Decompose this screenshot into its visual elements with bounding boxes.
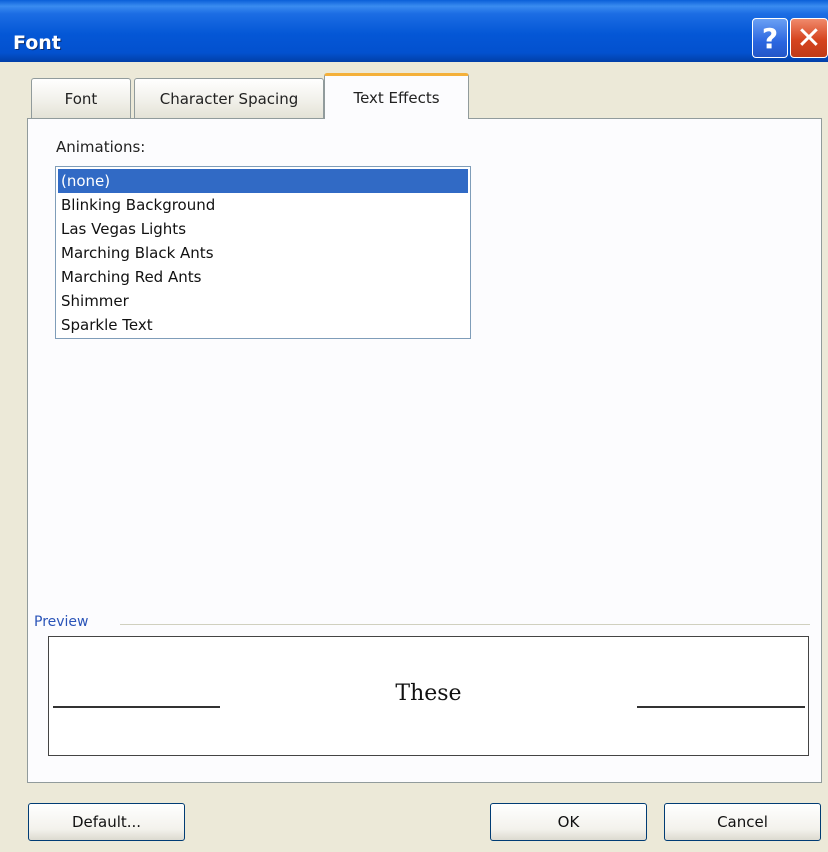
font-dialog: Font ? ✕ Font Character Spacing Text Eff…	[0, 0, 828, 852]
list-item[interactable]: Marching Red Ants	[58, 265, 468, 289]
help-icon[interactable]: ?	[752, 18, 788, 58]
list-item[interactable]: Shimmer	[58, 289, 468, 313]
preview-rule-left	[53, 706, 220, 708]
window-title: Font	[13, 32, 61, 54]
preview-box: These	[48, 636, 809, 756]
list-item[interactable]: Marching Black Ants	[58, 241, 468, 265]
preview-divider	[120, 624, 810, 625]
close-icon[interactable]: ✕	[790, 18, 828, 58]
tab-text-effects[interactable]: Text Effects	[324, 73, 469, 119]
list-item[interactable]: Las Vegas Lights	[58, 217, 468, 241]
default-button[interactable]: Default...	[28, 803, 185, 841]
animations-listbox[interactable]: (none) Blinking Background Las Vegas Lig…	[55, 166, 471, 339]
tab-font[interactable]: Font	[31, 78, 131, 118]
ok-button[interactable]: OK	[490, 803, 647, 841]
list-item[interactable]: Sparkle Text	[58, 313, 468, 337]
list-item[interactable]: (none)	[58, 169, 468, 193]
preview-rule-right	[637, 706, 805, 708]
preview-label: Preview	[34, 614, 89, 630]
preview-text: These	[395, 681, 462, 706]
title-bar[interactable]: Font ? ✕	[0, 0, 828, 62]
tab-character-spacing[interactable]: Character Spacing	[134, 78, 324, 118]
animations-label: Animations:	[56, 138, 146, 156]
cancel-button[interactable]: Cancel	[664, 803, 821, 841]
list-item[interactable]: Blinking Background	[58, 193, 468, 217]
